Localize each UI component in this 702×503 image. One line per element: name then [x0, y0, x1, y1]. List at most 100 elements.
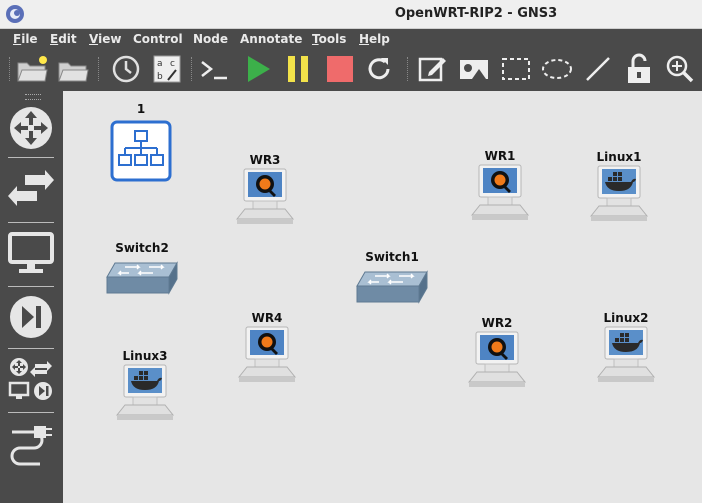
node-label: WR3 — [249, 153, 281, 167]
node-group-1[interactable]: 1 — [108, 102, 174, 182]
zoom-in-icon — [666, 55, 694, 83]
ethernet-switch-icon — [106, 261, 178, 295]
node-label: WR4 — [251, 311, 283, 325]
node-wr3[interactable]: WR3 — [230, 153, 300, 229]
add-link-button[interactable] — [6, 418, 56, 468]
lock-items-button[interactable] — [623, 52, 655, 86]
terminal-icon — [201, 61, 227, 80]
picture-icon — [460, 60, 488, 79]
device-sidebar — [0, 90, 62, 503]
open-project-button[interactable] — [57, 52, 89, 86]
pause-icon — [288, 56, 308, 82]
window-title: OpenWRT-RIP2 - GNS3 — [394, 6, 558, 21]
sidebar-separator — [8, 412, 54, 413]
add-note-button[interactable] — [416, 52, 448, 86]
node-switch2[interactable]: Switch2 — [103, 241, 181, 299]
node-wr2[interactable]: WR2 — [462, 316, 532, 392]
menu-control[interactable]: Control — [133, 32, 183, 46]
node-label: Linux2 — [603, 311, 649, 325]
line-icon — [586, 57, 610, 81]
browse-switches-button[interactable] — [6, 164, 56, 214]
stop-icon — [327, 56, 353, 82]
qemu-host-icon — [235, 168, 295, 224]
node-label: Switch1 — [365, 250, 419, 264]
toolbar-separator — [191, 57, 194, 81]
zoom-in-button[interactable] — [664, 52, 696, 86]
clock-icon — [112, 55, 140, 83]
switch-arrows-icon — [8, 170, 54, 206]
router-arrows-icon — [10, 107, 52, 149]
node-label: 1 — [136, 102, 146, 116]
main-toolbar: a c b — [0, 49, 702, 89]
svg-text:c: c — [170, 59, 175, 69]
qemu-host-icon — [467, 331, 527, 387]
qemu-host-icon — [470, 164, 530, 220]
sidebar-separator — [8, 157, 54, 158]
toolbar-separator — [9, 57, 12, 81]
reload-icon — [368, 58, 390, 80]
draw-rectangle-button[interactable] — [500, 52, 532, 86]
network-topology-icon — [110, 120, 172, 182]
node-label: Switch2 — [115, 241, 169, 255]
play-pause-circle-icon — [10, 296, 52, 338]
title-bar: OpenWRT-RIP2 - GNS3 — [0, 0, 702, 29]
topology-canvas[interactable]: 1 WR3 WR1 Linux1 Switch2 Switch1 WR4 WR2… — [63, 91, 702, 503]
menu-bar: File Edit View Control Node Annotate Too… — [0, 29, 702, 49]
menu-file[interactable]: File — [13, 32, 38, 46]
stop-all-button[interactable] — [324, 52, 356, 86]
unlock-icon — [628, 53, 650, 83]
ellipse-icon — [542, 59, 572, 79]
browse-security-devices-button[interactable] — [6, 292, 56, 342]
toolbar-separator — [407, 57, 410, 81]
cable-icon — [10, 426, 52, 466]
ethernet-switch-icon — [356, 270, 428, 304]
menu-tools[interactable]: Tools — [312, 32, 346, 46]
svg-text:b: b — [157, 72, 163, 82]
play-icon — [248, 56, 270, 82]
browse-all-devices-button[interactable] — [6, 354, 56, 404]
sidebar-separator — [8, 348, 54, 349]
monitor-icon — [8, 232, 54, 273]
menu-edit[interactable]: Edit — [50, 32, 77, 46]
snapshot-button[interactable] — [110, 52, 142, 86]
open-folder-icon — [58, 62, 89, 82]
show-interface-labels-button[interactable]: a c b — [151, 52, 183, 86]
rectangle-icon — [502, 58, 530, 80]
node-linux3[interactable]: Linux3 — [110, 349, 180, 425]
node-wr1[interactable]: WR1 — [465, 149, 535, 225]
node-linux2[interactable]: Linux2 — [591, 311, 661, 387]
suspend-all-button[interactable] — [282, 52, 314, 86]
menu-view[interactable]: View — [89, 32, 121, 46]
docker-host-icon — [596, 326, 656, 382]
new-folder-icon — [17, 56, 48, 82]
reload-all-button[interactable] — [363, 52, 395, 86]
menu-help[interactable]: Help — [359, 32, 390, 46]
node-wr4[interactable]: WR4 — [232, 311, 302, 387]
edit-note-icon — [418, 57, 446, 82]
toolbar-separator — [98, 57, 101, 81]
new-project-button[interactable] — [16, 52, 48, 86]
node-label: Linux1 — [596, 150, 642, 164]
node-label: Linux3 — [122, 349, 168, 363]
docker-host-icon — [115, 364, 175, 420]
insert-picture-button[interactable] — [458, 52, 490, 86]
start-all-button[interactable] — [242, 52, 274, 86]
browse-end-devices-button[interactable] — [6, 228, 56, 278]
browse-routers-button[interactable] — [6, 103, 56, 153]
drag-handle[interactable] — [25, 94, 41, 100]
node-label: WR1 — [484, 149, 516, 163]
interface-labels-icon: a c b — [153, 55, 181, 83]
qemu-host-icon — [237, 326, 297, 382]
node-linux1[interactable]: Linux1 — [584, 150, 654, 226]
all-devices-icon — [8, 358, 52, 400]
draw-line-button[interactable] — [582, 52, 614, 86]
svg-text:a: a — [157, 59, 163, 69]
menu-annotate[interactable]: Annotate — [240, 32, 302, 46]
draw-ellipse-button[interactable] — [541, 52, 573, 86]
menu-node[interactable]: Node — [193, 32, 228, 46]
node-switch1[interactable]: Switch1 — [353, 250, 431, 308]
node-label: WR2 — [481, 316, 513, 330]
docker-host-icon — [589, 165, 649, 221]
sidebar-separator — [8, 286, 54, 287]
console-all-button[interactable] — [199, 52, 231, 86]
